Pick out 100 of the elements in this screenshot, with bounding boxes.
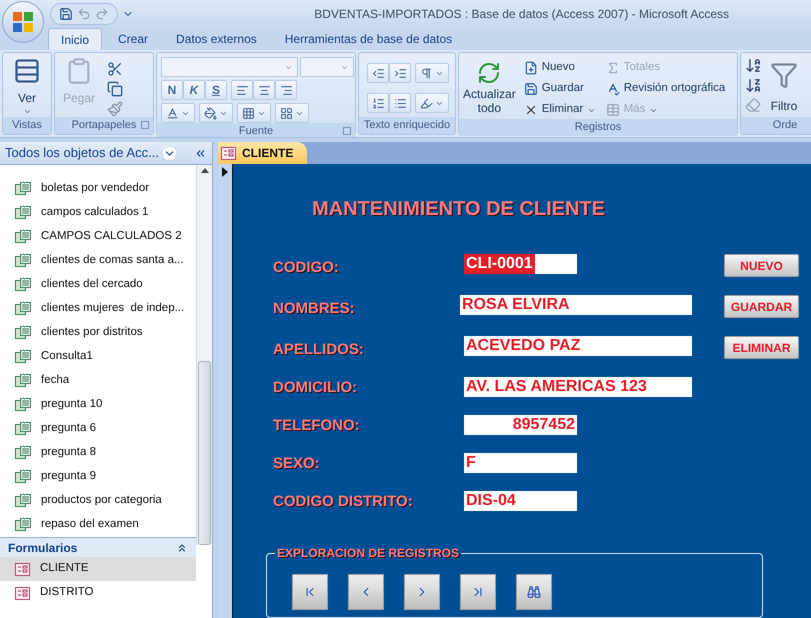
dropdown-icon[interactable] — [162, 146, 176, 160]
nav-item[interactable]: pregunta 10 — [0, 393, 196, 417]
highlight-button[interactable] — [415, 93, 449, 113]
filter-icon — [770, 61, 798, 89]
text-field[interactable]: 8957452 — [464, 415, 577, 435]
field-label: DOMICILIO: — [273, 379, 358, 397]
gridlines-button[interactable] — [237, 103, 271, 123]
collapse-section-icon — [176, 542, 188, 554]
align-left-button[interactable] — [231, 80, 253, 100]
field-label: NOMBRES: — [273, 300, 356, 318]
frame-legend: EXPLORACION DE REGISTROS — [275, 546, 462, 560]
save-icon[interactable] — [59, 7, 73, 21]
text-field[interactable]: AV. LAS AMERICAS 123 — [464, 377, 692, 397]
ribbon-tab[interactable]: Herramientas de base de datos — [272, 28, 464, 50]
group-label: Orde — [772, 118, 798, 134]
align-left-icon — [236, 84, 248, 96]
nav-item[interactable]: pregunta 8 — [0, 441, 196, 465]
indent-button[interactable] — [389, 63, 411, 83]
nav-item[interactable]: productos por categoria — [0, 489, 196, 513]
form-title: MANTENIMIENTO DE CLIENTE — [312, 197, 606, 222]
form-icon — [15, 562, 30, 576]
field-label: TELEFONO: — [273, 417, 361, 435]
font-color-icon — [166, 106, 179, 120]
nav-item[interactable]: campos calculados 1 — [0, 201, 196, 225]
paragraph-button[interactable] — [415, 63, 449, 83]
alternate-fill-button[interactable] — [275, 103, 309, 123]
nav-item[interactable]: clientes del cercado — [0, 273, 196, 297]
grid-icon — [242, 106, 255, 120]
numbered-list-button[interactable] — [367, 93, 389, 113]
table-icon — [606, 103, 620, 117]
nav-item[interactable]: Consulta1 — [0, 345, 196, 369]
align-center-icon — [258, 84, 270, 96]
highlighter-icon — [420, 96, 433, 110]
nav-item[interactable]: CAMPOS CALCULADOS 2 — [0, 225, 196, 249]
record-command-button[interactable]: Eliminar — [524, 101, 596, 119]
outdent-button[interactable] — [367, 63, 389, 83]
refresh-all-button[interactable]: Actualizar todo — [463, 57, 516, 119]
ribbon-tab[interactable]: Inicio — [48, 28, 102, 50]
form-icon — [221, 146, 236, 160]
form-icon — [15, 586, 30, 600]
group-label: Fuente — [238, 124, 274, 137]
document-tab[interactable]: CLIENTE — [218, 142, 308, 164]
align-right-icon — [280, 84, 292, 96]
nav-item[interactable]: clientes mujeres de indep... — [0, 297, 196, 321]
cut-icon[interactable] — [107, 61, 124, 77]
find-button[interactable] — [516, 574, 552, 610]
query-icon — [15, 494, 31, 508]
align-right-button[interactable] — [275, 80, 297, 100]
nav-pane-header[interactable]: Todos los objetos de Acc... — [0, 142, 212, 165]
query-icon — [15, 398, 31, 412]
field-label: APELLIDOS: — [273, 341, 365, 359]
nav-item[interactable]: pregunta 6 — [0, 417, 196, 441]
scrollbar[interactable] — [196, 165, 212, 545]
format-button[interactable]: N — [161, 80, 183, 100]
group-label: Portapapeles — [72, 118, 136, 134]
group-label: Registros — [574, 120, 622, 135]
nav-item[interactable]: CLIENTE — [0, 557, 196, 581]
text-field[interactable]: F — [464, 453, 577, 473]
text-field[interactable]: ACEVEDO PAZ — [464, 336, 692, 356]
query-icon — [15, 350, 31, 364]
binoculars-icon — [527, 585, 541, 599]
view-icon — [13, 57, 41, 85]
font-color-button[interactable] — [161, 103, 195, 123]
text-field[interactable]: DIS-04 — [464, 491, 577, 511]
sort-ascending-icon[interactable] — [745, 57, 762, 74]
ribbon-tab[interactable]: Datos externos — [164, 28, 269, 50]
layout-grid-icon — [280, 106, 293, 120]
record-command-button[interactable]: Revisión ortográfica — [606, 80, 726, 98]
record-command-button[interactable]: Nuevo — [524, 59, 575, 77]
group-label: Texto enriquecido — [364, 118, 450, 134]
nav-item[interactable]: repaso del examen — [0, 513, 196, 537]
section-header[interactable]: Formularios — [0, 537, 196, 557]
save-icon — [524, 82, 538, 96]
record-command-button[interactable]: Guardar — [524, 80, 584, 98]
ribbon-tab[interactable]: Crear — [106, 28, 160, 50]
field-label: SEXO: — [273, 455, 321, 473]
outdent-icon — [372, 66, 384, 80]
format-button[interactable]: K — [183, 80, 205, 100]
sort-descending-icon[interactable] — [745, 77, 762, 94]
nav-item[interactable]: fecha — [0, 369, 196, 393]
nav-item[interactable]: clientes por distritos — [0, 321, 196, 345]
query-icon — [15, 254, 31, 268]
text-field[interactable]: CLI-0001 — [464, 254, 577, 274]
new-record-icon — [524, 61, 538, 75]
numbered-list-icon — [372, 96, 384, 110]
nav-item[interactable]: pregunta 9 — [0, 465, 196, 489]
filter-button[interactable]: Filtro — [770, 57, 798, 115]
indent-icon — [394, 66, 406, 80]
text-field[interactable]: ROSA ELVIRA — [460, 295, 692, 315]
nav-item[interactable]: DISTRITO — [0, 581, 196, 605]
bullet-list-button[interactable] — [389, 93, 411, 113]
nav-item[interactable]: clientes de comas santa a... — [0, 249, 196, 273]
align-center-button[interactable] — [253, 80, 275, 100]
window-title: BDVENTAS-IMPORTADOS : Base de datos (Access 2007) - Microsoft Access — [314, 6, 729, 23]
fill-color-button[interactable] — [199, 103, 233, 123]
copy-icon[interactable] — [107, 81, 124, 97]
view-button[interactable]: Ver — [7, 57, 47, 116]
nav-item[interactable]: boletas por vendedor — [0, 177, 196, 201]
query-icon — [15, 230, 31, 244]
format-button[interactable]: S — [205, 80, 227, 100]
